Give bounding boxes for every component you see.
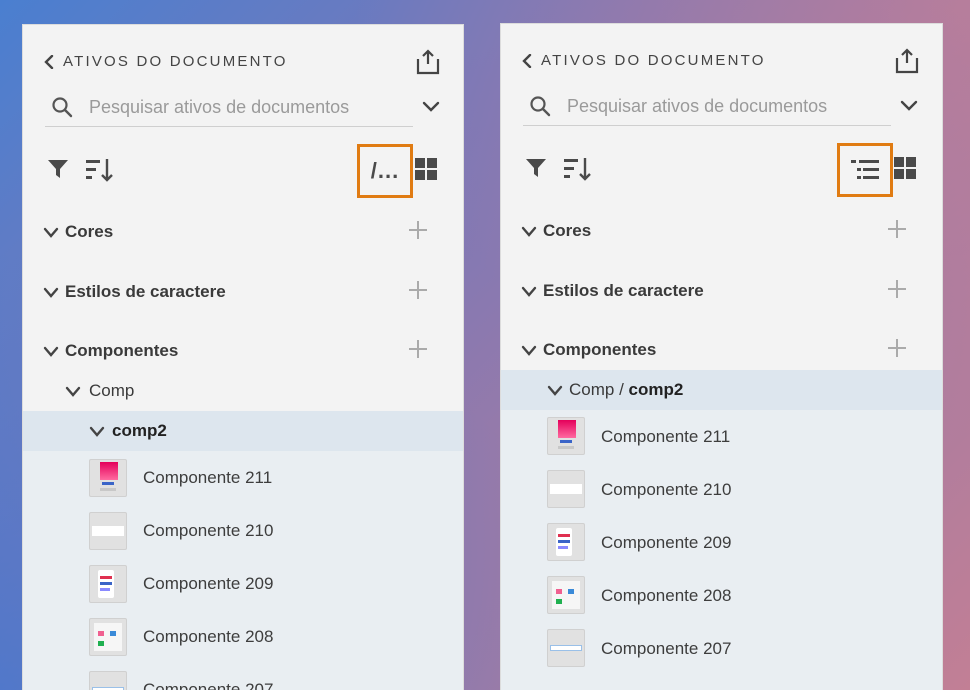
search-input[interactable] [567, 92, 877, 120]
list-item[interactable]: Componente 207 [23, 667, 463, 690]
chevron-left-icon[interactable] [521, 54, 533, 68]
item-label: Componente 207 [601, 639, 732, 658]
chevron-down-icon [547, 385, 563, 396]
section-label: Estilos de caractere [543, 281, 704, 300]
list-item[interactable]: Componente 209 [23, 561, 463, 614]
item-label: Componente 208 [601, 586, 732, 605]
item-label: Componente 211 [601, 427, 731, 446]
share-icon[interactable] [894, 48, 920, 74]
plus-icon[interactable] [886, 218, 908, 240]
plus-icon[interactable] [407, 279, 429, 301]
component-thumbnail [89, 512, 127, 550]
list-item[interactable]: Componente 210 [23, 508, 463, 561]
folder-label: comp2 [112, 421, 167, 440]
toolbar: /... [23, 144, 463, 198]
assets-panel-right: ATIVOS DO DOCUMENTO Cores Estilos de car… [500, 23, 943, 690]
plus-icon[interactable] [407, 338, 429, 360]
search-input[interactable] [89, 93, 399, 121]
tree-view-icon [851, 160, 879, 179]
component-list: comp2 Componente 211 Componente 210 Comp… [23, 411, 463, 690]
path-view-label: /... [370, 158, 400, 183]
component-thumbnail [89, 459, 127, 497]
list-item[interactable]: Componente 207 [501, 622, 942, 675]
chevron-down-icon [43, 287, 59, 298]
component-thumbnail [89, 565, 127, 603]
panel-header: ATIVOS DO DOCUMENTO [501, 48, 942, 74]
section-cores[interactable]: Cores [501, 218, 942, 248]
component-list: Comp / comp2 Componente 211 Componente 2… [501, 370, 942, 690]
plus-icon[interactable] [886, 337, 908, 359]
panel-header: ATIVOS DO DOCUMENTO [23, 49, 463, 75]
list-item[interactable]: Componente 210 [501, 463, 942, 516]
filter-icon[interactable] [525, 157, 547, 179]
toolbar [501, 143, 942, 197]
component-thumbnail [89, 618, 127, 656]
folder-path-label: Comp / comp2 [569, 380, 683, 400]
chevron-down-icon [89, 426, 105, 437]
folder-separator: / [614, 380, 629, 399]
section-estilos[interactable]: Estilos de caractere [23, 279, 463, 309]
component-thumbnail [547, 523, 585, 561]
section-label: Cores [543, 221, 592, 240]
item-label: Componente 211 [143, 468, 273, 487]
chevron-down-icon [43, 227, 59, 238]
item-label: Componente 208 [143, 627, 274, 646]
list-item[interactable]: Componente 208 [501, 569, 942, 622]
search-box [523, 90, 891, 126]
section-estilos[interactable]: Estilos de caractere [501, 278, 942, 308]
sort-icon[interactable] [85, 156, 113, 184]
component-thumbnail [547, 576, 585, 614]
list-item[interactable]: Componente 209 [501, 516, 942, 569]
folder-comp[interactable]: Comp [23, 371, 463, 411]
component-thumbnail [547, 417, 585, 455]
chevron-left-icon[interactable] [43, 55, 55, 69]
item-label: Componente 210 [601, 480, 732, 499]
path-view-toggle[interactable]: /... [357, 144, 413, 198]
list-item[interactable]: Componente 208 [23, 614, 463, 667]
folder-parent-label: Comp [569, 380, 615, 399]
assets-panel-left: ATIVOS DO DOCUMENTO /... Cores Estilos d… [22, 24, 464, 690]
filter-icon[interactable] [47, 158, 69, 180]
section-label: Componentes [65, 341, 179, 360]
plus-icon[interactable] [886, 278, 908, 300]
plus-icon[interactable] [407, 219, 429, 241]
search-box [45, 91, 413, 127]
folder-label: Comp [89, 381, 135, 400]
panel-title: ATIVOS DO DOCUMENTO [541, 52, 766, 69]
chevron-down-icon [521, 226, 537, 237]
chevron-down-icon[interactable] [899, 98, 919, 114]
section-cores[interactable]: Cores [23, 219, 463, 249]
item-label: Componente 207 [143, 680, 274, 690]
chevron-down-icon [521, 286, 537, 297]
folder-comp-comp2[interactable]: Comp / comp2 [501, 370, 942, 410]
sort-icon[interactable] [563, 155, 591, 183]
section-componentes[interactable]: Componentes [23, 338, 463, 368]
section-label: Cores [65, 222, 114, 241]
search-icon [530, 96, 551, 117]
share-icon[interactable] [415, 49, 441, 75]
component-thumbnail [89, 671, 127, 690]
section-componentes[interactable]: Componentes [501, 337, 942, 367]
item-label: Componente 209 [601, 533, 732, 552]
item-label: Componente 209 [143, 574, 274, 593]
component-thumbnail [547, 470, 585, 508]
grid-view-icon[interactable] [894, 157, 916, 179]
chevron-down-icon [521, 345, 537, 356]
list-item[interactable]: Componente 211 [501, 410, 942, 463]
component-thumbnail [547, 629, 585, 667]
item-label: Componente 210 [143, 521, 274, 540]
folder-child-label: comp2 [628, 380, 684, 399]
chevron-down-icon [43, 346, 59, 357]
folder-comp2[interactable]: comp2 [23, 411, 463, 451]
section-label: Componentes [543, 340, 657, 359]
chevron-down-icon[interactable] [421, 99, 441, 115]
grid-view-icon[interactable] [415, 158, 437, 180]
panel-title: ATIVOS DO DOCUMENTO [63, 53, 288, 70]
search-icon [52, 97, 73, 118]
section-label: Estilos de caractere [65, 282, 226, 301]
chevron-down-icon [65, 386, 81, 397]
list-item[interactable]: Componente 211 [23, 455, 463, 508]
tree-view-toggle[interactable] [837, 143, 893, 197]
